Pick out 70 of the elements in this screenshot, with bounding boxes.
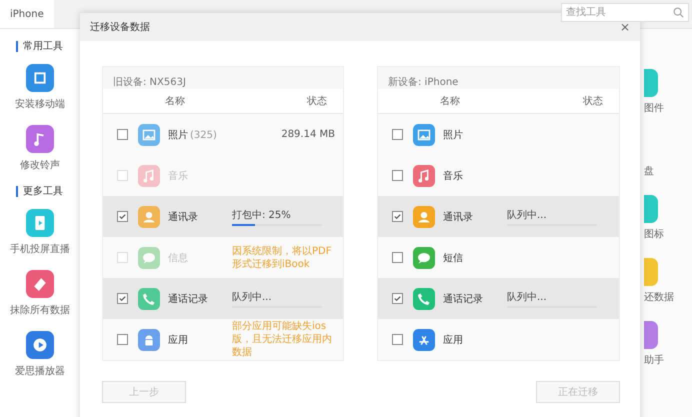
close-button[interactable]: × bbox=[616, 20, 634, 34]
item-name: 通讯录 bbox=[168, 212, 198, 222]
item-name: 通讯录 bbox=[443, 212, 473, 222]
tool-label[interactable]: 抹除所有数据 bbox=[10, 303, 70, 317]
item-name: 应用 bbox=[443, 334, 463, 346]
item-name: 照片 bbox=[168, 130, 188, 140]
tool-label[interactable]: 图标 bbox=[644, 227, 692, 241]
checkbox[interactable] bbox=[392, 252, 403, 263]
phone-icon bbox=[138, 288, 160, 310]
data-row[interactable]: 通话记录 队列中... bbox=[378, 278, 619, 319]
device-tab[interactable]: iPhone bbox=[0, 0, 54, 28]
checkbox[interactable] bbox=[392, 170, 403, 181]
checkbox[interactable] bbox=[392, 211, 403, 222]
play-icon[interactable] bbox=[26, 331, 54, 359]
item-name: 音乐 bbox=[443, 170, 463, 182]
checkbox[interactable] bbox=[117, 129, 128, 140]
photo-icon bbox=[138, 124, 160, 146]
column-header: 名称 bbox=[165, 95, 185, 108]
tool-label[interactable]: 还数据 bbox=[644, 290, 692, 304]
phone-icon bbox=[413, 288, 435, 310]
item-name: 短信 bbox=[443, 252, 463, 264]
music-note-icon bbox=[138, 164, 160, 186]
person-icon bbox=[413, 206, 435, 228]
checkbox[interactable] bbox=[117, 293, 128, 304]
search-icon bbox=[673, 7, 684, 18]
app-icon[interactable] bbox=[26, 64, 54, 92]
photo-icon bbox=[413, 124, 435, 146]
phone-play-icon[interactable] bbox=[26, 209, 54, 237]
column-header: 状态 bbox=[583, 94, 603, 108]
dialog-title: 迁移设备数据 bbox=[90, 20, 150, 34]
checkbox[interactable] bbox=[392, 129, 403, 140]
warning-text: 部分应用可能缺失ios版，且无法迁移应用内数据 bbox=[232, 320, 333, 359]
item-name: 信息 bbox=[168, 252, 188, 264]
size-text: 289.14 MB bbox=[280, 129, 335, 140]
checkbox[interactable] bbox=[392, 334, 403, 345]
music-note-icon[interactable] bbox=[26, 125, 54, 153]
checkbox[interactable] bbox=[117, 334, 128, 345]
progress-status: 队列中... bbox=[507, 290, 548, 304]
tool-label[interactable]: 修改铃声 bbox=[20, 158, 60, 172]
item-name: 音乐 bbox=[168, 170, 188, 182]
progress-status: 队列中... bbox=[232, 290, 273, 304]
search-field[interactable]: 查找工具 bbox=[561, 3, 689, 22]
device-name: 新设备: iPhone bbox=[387, 76, 460, 89]
item-name: 通话记录 bbox=[443, 294, 483, 304]
item-name: 通话记录 bbox=[168, 294, 208, 304]
tool-label[interactable]: 助手 bbox=[644, 353, 692, 367]
tool-label[interactable]: 手机投屏直播 bbox=[10, 242, 70, 256]
data-row[interactable]: 通讯录 队列中... bbox=[378, 196, 619, 237]
person-icon bbox=[138, 206, 160, 228]
item-count: (325) bbox=[190, 130, 217, 140]
chat-bubble-icon bbox=[138, 246, 160, 268]
item-name: 照片 bbox=[443, 130, 463, 140]
tool-label[interactable]: 图件 bbox=[644, 101, 692, 115]
tool-label[interactable]: 爱思播放器 bbox=[15, 364, 65, 378]
progress-status: 打包中: 25% bbox=[232, 208, 292, 222]
column-header: 名称 bbox=[440, 95, 460, 108]
warning-text: 因系统限制，将以PDF形式迁移到iBook bbox=[232, 244, 332, 270]
music-note-icon bbox=[413, 164, 435, 186]
item-name: 应用 bbox=[168, 334, 188, 346]
column-header: 状态 bbox=[307, 94, 327, 108]
checkbox[interactable] bbox=[117, 211, 128, 222]
chat-bubble-icon bbox=[413, 246, 435, 268]
checkbox[interactable] bbox=[392, 293, 403, 304]
data-row[interactable]: 通话记录 队列中... bbox=[103, 278, 343, 319]
tool-label[interactable]: 安装移动端 bbox=[15, 97, 65, 111]
tool-label[interactable]: 盘 bbox=[644, 164, 692, 178]
data-row[interactable]: 通讯录 打包中: 25% bbox=[103, 196, 343, 237]
device-name: 旧设备: NX563J bbox=[112, 76, 187, 89]
progress-status: 队列中... bbox=[507, 208, 548, 222]
eraser-icon[interactable] bbox=[26, 270, 54, 298]
